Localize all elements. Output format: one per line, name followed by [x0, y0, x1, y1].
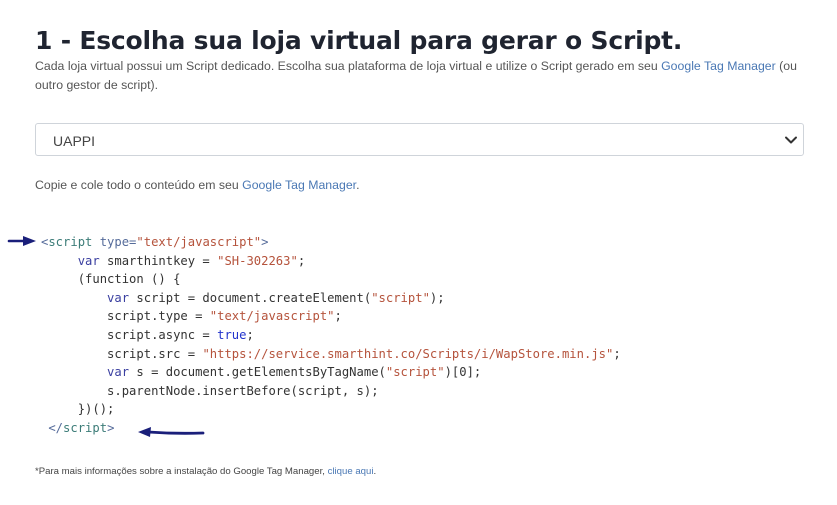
- copy-instruction: Copie e cole todo o conteúdo em seu Goog…: [35, 178, 360, 192]
- code-line-4: var script = document.createElement("scr…: [107, 290, 445, 305]
- page-title: 1 - Escolha sua loja virtual para gerar …: [35, 26, 683, 55]
- google-tag-manager-link[interactable]: Google Tag Manager: [661, 59, 776, 73]
- code-line-5: script.type = "text/javascript";: [107, 309, 342, 324]
- code-line-9: s.parentNode.insertBefore(script, s);: [107, 383, 379, 398]
- arrow-right-icon: [7, 236, 36, 246]
- copy-instruction-text: Copie e cole todo o conteúdo em seu: [35, 178, 243, 192]
- click-here-link[interactable]: clique aqui: [328, 466, 374, 477]
- code-line-10: })();: [77, 402, 115, 417]
- footnote: *Para mais informações sobre a instalaçã…: [35, 466, 376, 477]
- chevron-down-icon: [785, 136, 797, 144]
- code-line-3: (function () {: [77, 272, 181, 287]
- code-line-2: var smarthintkey = "SH-302263";: [77, 253, 306, 268]
- code-line-8: var s = document.getElementsByTagName("s…: [107, 365, 482, 380]
- description-text: Cada loja virtual possui um Script dedic…: [35, 59, 662, 73]
- footnote-text: *Para mais informações sobre a instalaçã…: [35, 466, 328, 477]
- copy-instruction-end: .: [356, 178, 360, 192]
- platform-select[interactable]: UAPPI: [35, 123, 804, 156]
- google-tag-manager-link-2[interactable]: Google Tag Manager: [242, 178, 356, 192]
- code-line-6: script.async = true;: [107, 327, 254, 342]
- arrow-left-icon: [138, 427, 205, 437]
- script-code-block[interactable]: <script type="text/javascript"> var smar…: [41, 233, 621, 438]
- code-line-1: <script type="text/javascript">: [41, 235, 269, 249]
- code-line-11: </script>: [48, 420, 115, 435]
- code-line-7: script.src = "https://service.smarthint.…: [107, 346, 621, 361]
- description: Cada loja virtual possui um Script dedic…: [35, 57, 805, 95]
- platform-select-value: UAPPI: [53, 133, 96, 149]
- footnote-end: .: [373, 466, 377, 477]
